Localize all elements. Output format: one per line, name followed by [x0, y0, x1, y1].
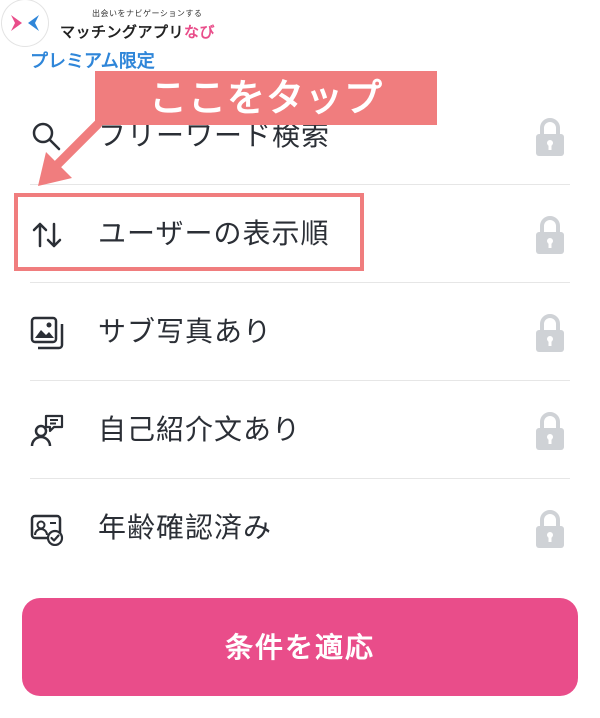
lock-icon — [536, 510, 564, 548]
annotation-callout: ここをタップ — [95, 71, 437, 125]
filter-label: 年齢確認済み — [98, 511, 273, 544]
lock-icon — [536, 412, 564, 450]
highlight-box — [14, 193, 364, 271]
lock-icon — [536, 216, 564, 254]
filter-row-age-verified[interactable]: 年齢確認済み — [30, 480, 570, 576]
lock-icon — [536, 118, 564, 156]
logo-name: マッチングアプリなび — [60, 23, 216, 41]
gallery-icon — [30, 316, 64, 350]
logo-tagline: 出会いをナビゲーションする — [92, 9, 203, 18]
filter-row-self-introduction[interactable]: 自己紹介文あり — [30, 382, 570, 479]
logo-mark-icon — [2, 0, 48, 46]
site-logo: 出会いをナビゲーションする マッチングアプリなび — [0, 0, 240, 50]
annotation-arrow-icon — [38, 119, 103, 186]
premium-only-label: プレミアム限定 — [30, 51, 155, 72]
lock-icon — [536, 314, 564, 352]
filter-row-sub-photos[interactable]: サブ写真あり — [30, 284, 570, 381]
filter-label: 自己紹介文あり — [98, 413, 302, 446]
apply-conditions-button[interactable]: 条件を適応 — [22, 598, 578, 696]
filter-label: サブ写真あり — [98, 315, 273, 348]
profile-chat-icon — [30, 414, 64, 447]
id-verified-icon — [30, 514, 64, 546]
